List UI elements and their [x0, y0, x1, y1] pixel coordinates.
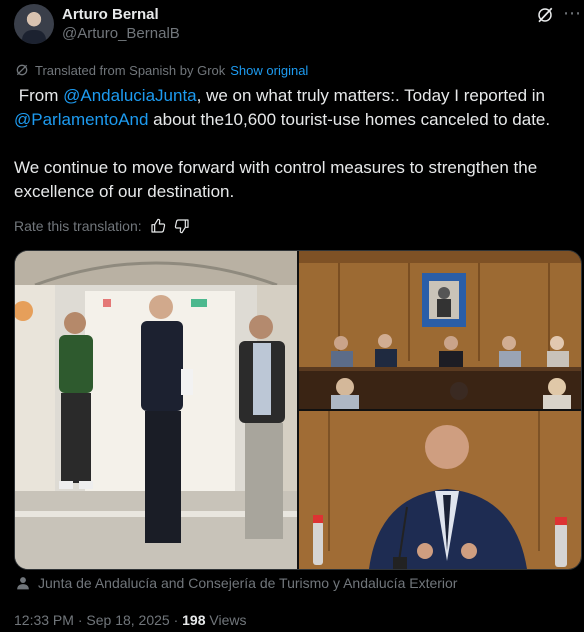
translate-icon — [16, 64, 28, 76]
tweet-p1-prefix: From — [14, 86, 64, 105]
more-icon[interactable]: ⋯ — [563, 3, 582, 24]
person-icon — [17, 577, 29, 590]
meta-separator: · — [173, 612, 179, 628]
tweet-date[interactable]: Sep 18, 2025 — [86, 612, 169, 628]
photo-parliament-panel[interactable] — [299, 251, 581, 409]
mention-parlamentoand[interactable]: @ParlamentoAnd — [14, 110, 148, 129]
thumbs-down-icon[interactable] — [174, 218, 190, 234]
views-count: 198 — [182, 612, 206, 628]
translation-note-row: Translated from Spanish by Grok Show ori… — [14, 62, 308, 78]
views-label: Views — [209, 612, 247, 628]
thumbs-up-icon[interactable] — [150, 218, 166, 234]
tweet-time[interactable]: 12:33 PM — [14, 612, 74, 628]
tweet-paragraph-1: From @AndaluciaJunta, we on what truly m… — [14, 84, 574, 132]
avatar[interactable] — [14, 4, 54, 44]
meta-separator: · — [77, 612, 83, 628]
tweet-p1-mid: , we on what truly matters:. Today I rep… — [196, 86, 545, 105]
show-original-link[interactable]: Show original — [230, 63, 308, 78]
author-handle[interactable]: @Arturo_BernalB — [62, 25, 180, 42]
tweet-paragraph-2: We continue to move forward with control… — [14, 158, 538, 201]
media-credit-row: Junta de Andalucía and Consejería de Tur… — [16, 575, 457, 591]
mention-andaluciajunta[interactable]: @AndaluciaJunta — [63, 86, 197, 105]
rate-label: Rate this translation: — [14, 218, 142, 234]
author-name[interactable]: Arturo Bernal — [62, 6, 159, 23]
photo-corridor[interactable] — [15, 251, 297, 569]
tweet-text: From @AndaluciaJunta, we on what truly m… — [14, 84, 574, 204]
grok-icon[interactable] — [536, 6, 554, 24]
media-grid — [14, 250, 582, 570]
tweet-meta: 12:33 PM · Sep 18, 2025 · 198 Views — [14, 612, 246, 628]
translation-note: Translated from Spanish by Grok — [35, 62, 226, 78]
media-credit: Junta de Andalucía and Consejería de Tur… — [38, 575, 458, 591]
photo-speaker[interactable] — [299, 411, 581, 569]
tweet-p1-suffix: about the10,600 tourist-use homes cancel… — [148, 110, 551, 129]
rate-translation-row: Rate this translation: — [14, 218, 190, 234]
